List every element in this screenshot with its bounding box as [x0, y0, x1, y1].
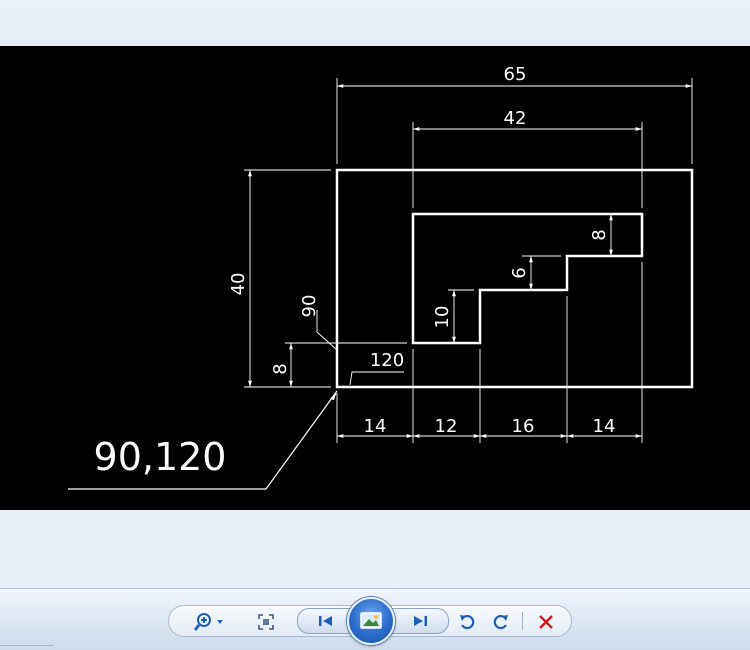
dim-bottom-3: 16: [512, 416, 535, 437]
rotate-right-icon: [493, 614, 508, 630]
viewer-top-area: [0, 0, 750, 46]
rotate-clockwise-button[interactable]: [489, 609, 513, 635]
rotate-counterclockwise-button[interactable]: [455, 609, 479, 635]
slideshow-icon: [360, 612, 382, 629]
skip-next-icon: [414, 616, 427, 626]
fit-window-icon: [258, 614, 274, 630]
close-x-icon: [539, 615, 553, 629]
slideshow-button[interactable]: [347, 597, 395, 645]
dim-inner-width: 42: [504, 108, 527, 129]
toolbar-separator: [522, 612, 523, 630]
dim-length-label: 120: [370, 350, 404, 371]
viewer-bottom-area: [0, 510, 750, 588]
dim-bottom-4: 14: [593, 416, 616, 437]
coordinate-label: 90,120: [94, 435, 227, 479]
dim-step-low: 10: [432, 306, 453, 329]
dim-offset-height: 8: [270, 363, 291, 374]
rotate-left-icon: [460, 614, 475, 630]
dim-bottom-1: 14: [364, 416, 387, 437]
toolbar-edge: [0, 645, 54, 650]
actual-size-button[interactable]: [253, 609, 279, 635]
dim-step-top: 8: [589, 229, 610, 240]
cad-drawing: 65 42 40 8 8 6 10 90 120 14 12 16 14 90,…: [68, 64, 694, 490]
dim-step-mid: 6: [509, 267, 530, 278]
dim-angle: 90: [299, 295, 320, 318]
next-button[interactable]: [391, 608, 449, 634]
magnifier-plus-icon: [193, 613, 223, 631]
dim-overall-width: 65: [504, 64, 527, 85]
dimension-lines: [248, 84, 692, 438]
angle-lines: [316, 310, 404, 386]
dim-bottom-2: 12: [435, 416, 458, 437]
toolbar-controls: [168, 597, 572, 645]
skip-previous-icon: [319, 616, 332, 626]
delete-button[interactable]: [533, 609, 559, 635]
zoom-button[interactable]: [191, 609, 231, 635]
dim-overall-height: 40: [228, 273, 249, 296]
image-canvas[interactable]: 65 42 40 8 8 6 10 90 120 14 12 16 14 90,…: [0, 46, 750, 510]
photo-viewer-toolbar: [0, 588, 750, 650]
leader-arrow: [330, 391, 337, 400]
